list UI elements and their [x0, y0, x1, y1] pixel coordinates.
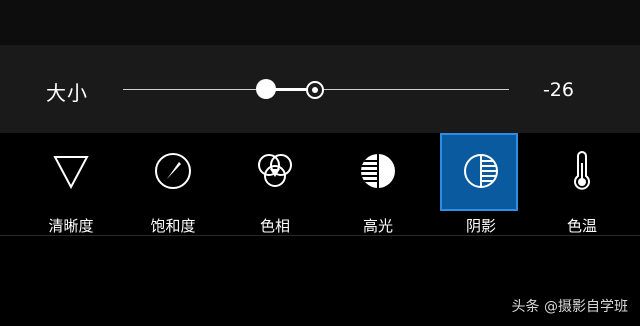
- slider-origin-marker: [306, 81, 324, 99]
- top-strip: [0, 0, 640, 45]
- slider-value: -26: [542, 79, 574, 101]
- slider-label: 大小: [46, 81, 88, 105]
- tool-shadows[interactable]: 阴影: [440, 133, 521, 235]
- tool-saturation[interactable]: 饱和度: [133, 133, 213, 235]
- triangle-icon: [53, 156, 89, 190]
- tool-label: 阴影: [465, 217, 496, 235]
- tool-clarity[interactable]: 清晰度: [31, 133, 111, 235]
- size-slider[interactable]: [123, 79, 509, 99]
- tool-label: 饱和度: [150, 217, 196, 235]
- gauge-icon: [155, 153, 191, 189]
- slider-panel: 大小 -26: [0, 45, 640, 133]
- tool-hue[interactable]: 色相: [235, 133, 315, 235]
- shadows-icon: [464, 154, 498, 188]
- tool-label: 色相: [259, 217, 290, 235]
- tool-temperature[interactable]: 色温: [542, 133, 622, 235]
- tool-label: 清晰度: [48, 217, 94, 235]
- hue-circles-icon: [258, 154, 292, 187]
- thermometer-icon: [574, 151, 590, 190]
- tool-bar: 清晰度 饱和度 色相 高光 阴影 色温: [0, 133, 640, 235]
- tool-label: 色温: [566, 217, 597, 235]
- divider: [0, 235, 640, 236]
- tool-label: 高光: [362, 217, 393, 235]
- tool-highlights[interactable]: 高光: [338, 133, 418, 235]
- watermark: 头条 @摄影自学班: [511, 299, 628, 315]
- highlights-icon: [361, 154, 395, 188]
- slider-thumb[interactable]: [256, 79, 276, 99]
